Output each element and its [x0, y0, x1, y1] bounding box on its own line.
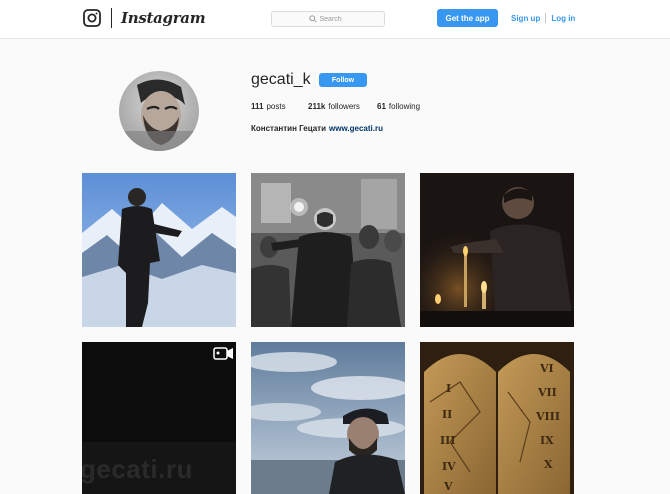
post-image-mountains	[82, 173, 236, 327]
log-in-link[interactable]: Log in	[551, 14, 575, 23]
posts-label: posts	[266, 102, 286, 111]
post-thumbnail-6[interactable]: I II III IV V VI VII VIII IX X	[420, 342, 574, 494]
following-count: 61	[377, 102, 386, 111]
top-navigation-bar: Instagram Get the app Sign up Log in	[0, 0, 670, 39]
svg-text:III: III	[440, 434, 455, 447]
video-watermark: gecati.ru	[82, 454, 193, 484]
profile-website-link[interactable]: www.gecati.ru	[329, 124, 383, 133]
followers-label: followers	[328, 102, 360, 111]
search-box[interactable]	[271, 11, 385, 27]
following-stat[interactable]: 61 following	[377, 102, 420, 111]
svg-text:I: I	[446, 382, 451, 395]
svg-text:II: II	[442, 408, 452, 421]
post-thumbnail-5[interactable]	[251, 342, 405, 494]
brand-divider	[111, 8, 112, 28]
followers-count: 211k	[308, 102, 326, 111]
post-thumbnail-2[interactable]	[251, 173, 405, 327]
post-image-candles	[420, 173, 574, 327]
svg-text:VIII: VIII	[535, 410, 560, 423]
post-image-sea	[251, 342, 405, 494]
brand[interactable]: Instagram	[83, 8, 206, 28]
profile-username: gecati_k	[251, 71, 311, 88]
get-the-app-button[interactable]: Get the app	[437, 9, 498, 27]
instagram-camera-icon[interactable]	[83, 9, 101, 27]
instagram-wordmark[interactable]: Instagram	[121, 9, 206, 27]
followers-stat[interactable]: 211k followers	[308, 102, 377, 111]
post-thumbnail-4[interactable]: gecati.ru	[82, 342, 236, 494]
profile-bio: Константин Гецати www.gecati.ru	[251, 124, 383, 133]
svg-text:VI: VI	[539, 362, 554, 375]
search-input[interactable]	[319, 15, 348, 23]
svg-text:V: V	[443, 480, 453, 493]
profile-full-name: Константин Гецати	[251, 124, 327, 133]
svg-text:X: X	[544, 458, 553, 471]
svg-text:VII: VII	[537, 386, 557, 399]
follow-button[interactable]: Follow	[319, 73, 367, 87]
auth-separator	[545, 13, 547, 23]
post-thumbnail-1[interactable]	[82, 173, 236, 327]
avatar-photo	[119, 71, 199, 151]
profile-avatar[interactable]	[119, 71, 199, 151]
svg-text:IX: IX	[540, 434, 554, 447]
post-image-stone-tablets: I II III IV V VI VII VIII IX X	[420, 342, 574, 494]
posts-stat: 111 posts	[251, 102, 308, 111]
svg-text:IV: IV	[442, 460, 456, 473]
auth-links: Sign up Log in	[511, 13, 575, 23]
search-icon	[308, 15, 317, 23]
posts-count: 111	[251, 102, 264, 111]
post-thumbnail-3[interactable]	[420, 173, 574, 327]
sign-up-link[interactable]: Sign up	[511, 14, 540, 23]
post-image-crowd	[251, 173, 405, 327]
following-label: following	[388, 102, 421, 111]
profile-stats: 111 posts 211k followers 61 following	[251, 102, 420, 111]
